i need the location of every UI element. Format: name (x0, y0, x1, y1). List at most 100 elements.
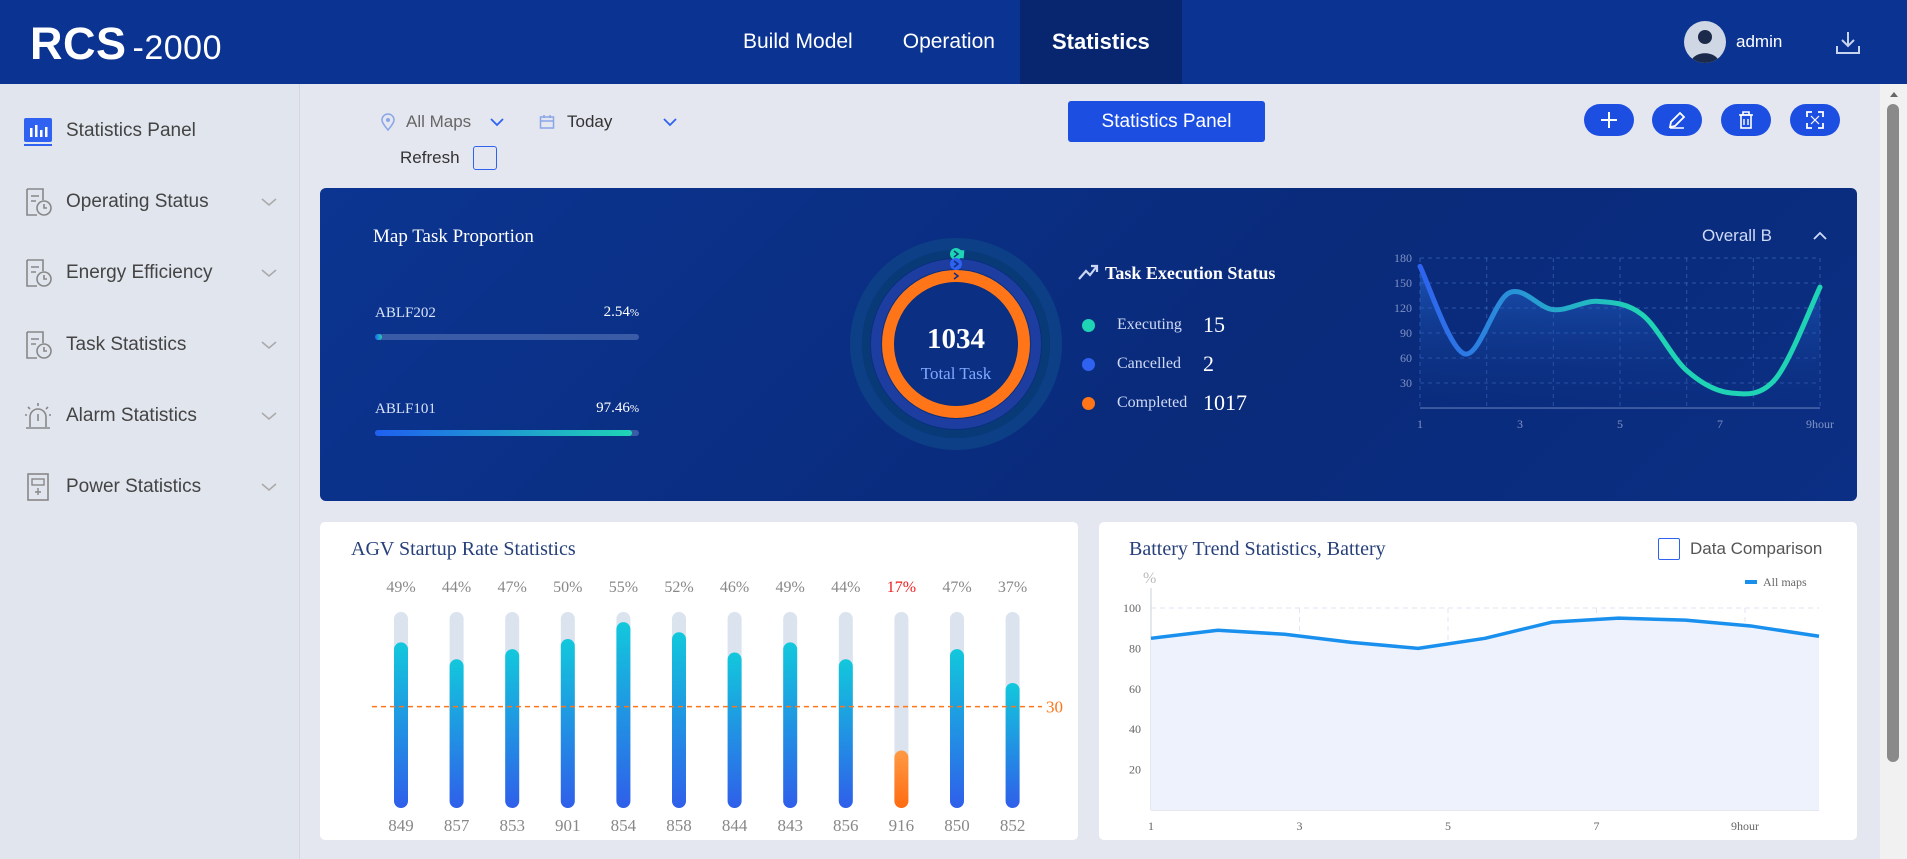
chevron-down-icon (261, 412, 277, 421)
delete-button[interactable] (1721, 104, 1771, 136)
map-progress-track (375, 430, 639, 436)
status-label: Executing (1117, 316, 1182, 333)
top-bar: RCS -2000 Build Model Operation Statistic… (0, 0, 1907, 84)
legend-label: All maps (1763, 575, 1807, 589)
bar-value-label: 52% (664, 579, 693, 596)
status-value: 15 (1203, 312, 1225, 337)
clock-doc-icon (26, 188, 52, 216)
x-tick-label: 844 (722, 816, 748, 835)
y-tick-label: 180 (1394, 251, 1412, 265)
agv-bar-chart: 49% 849 44% 857 47% 853 50% 901 55% 854 52% 858 46% 8… (372, 579, 1063, 835)
battery-line-chart: %100 80 60 40 20 1 3 5 7 9hour All maps (1123, 570, 1820, 833)
x-tick-label: 853 (499, 816, 525, 835)
sidebar-item-alarm-statistics[interactable]: Alarm Statistics (0, 391, 300, 441)
map-progress-track (375, 334, 639, 340)
y-tick-label: 100 (1123, 601, 1141, 615)
nav-statistics[interactable]: Statistics (1019, 0, 1182, 84)
bar-chart-icon (24, 118, 52, 146)
bar (505, 649, 520, 808)
bar-value-label: 55% (609, 579, 638, 596)
refresh-label: Refresh (400, 148, 460, 167)
scroll-up-icon[interactable] (1889, 90, 1899, 98)
sidebar-item-task-statistics[interactable]: Task Statistics (0, 320, 300, 370)
agv-startup-card: AGV Startup Rate Statistics 49% 849 44% 857… (320, 522, 1078, 840)
app-logo: RCS -2000 (30, 18, 222, 69)
sidebar-item-operating-status[interactable]: Operating Status (0, 177, 300, 227)
sidebar-item-energy-efficiency[interactable]: Energy Efficiency (0, 248, 300, 298)
refresh-toggle: Refresh (400, 146, 497, 170)
x-tick-label: 9hour (1806, 417, 1834, 431)
trend-up-icon (1078, 264, 1099, 280)
add-button[interactable] (1584, 104, 1634, 136)
chevron-down-icon (663, 118, 678, 127)
avatar (1684, 21, 1726, 63)
bar (394, 642, 408, 808)
chevron-down-icon (261, 341, 277, 350)
bar-value-label: 49% (776, 579, 805, 596)
x-tick-label: 916 (889, 816, 915, 835)
edit-button[interactable] (1652, 104, 1702, 136)
scrollbar-thumb[interactable] (1887, 104, 1899, 762)
download-icon[interactable] (1834, 29, 1862, 57)
y-tick-label: 80 (1129, 641, 1141, 655)
bar-value-label: 49% (386, 579, 415, 596)
x-tick-label: 854 (611, 816, 637, 835)
date-filter-select[interactable]: Today (539, 112, 678, 132)
bar (838, 659, 853, 808)
bar (950, 649, 964, 808)
bar (727, 652, 742, 808)
map-percent: 97.46% (596, 400, 639, 416)
map-task-row: ABLF202 2.54% (375, 304, 639, 340)
fullscreen-button[interactable] (1790, 104, 1840, 136)
vertical-scrollbar[interactable] (1880, 84, 1907, 859)
plus-icon (1601, 112, 1617, 128)
x-tick-label: 3 (1517, 417, 1523, 431)
sidebar-item-statistics-panel[interactable]: Statistics Panel (0, 106, 300, 156)
bar-value-label: 17% (887, 579, 916, 596)
status-row-cancelled: Cancelled 2 (1082, 351, 1214, 377)
status-dot (1082, 357, 1095, 371)
battery-trend-card: Battery Trend Statistics, Battery Data C… (1099, 522, 1857, 840)
status-value: 2 (1203, 351, 1214, 376)
refresh-checkbox[interactable] (472, 146, 497, 170)
overall-area-chart: 180 150 120 90 60 30 1 3 5 7 9hour (1394, 251, 1834, 431)
chevron-down-icon (261, 483, 277, 492)
map-filter-select[interactable]: All Maps (380, 112, 505, 132)
user-menu[interactable]: admin (1684, 21, 1782, 63)
total-task-value: 1034 (927, 323, 985, 355)
y-tick-label: 60 (1129, 682, 1141, 696)
x-tick-label: 857 (444, 816, 470, 835)
bar (783, 642, 798, 808)
sidebar-item-label: Power Statistics (66, 476, 202, 497)
y-tick-label: 150 (1394, 276, 1412, 290)
y-tick-label: 120 (1394, 301, 1412, 315)
map-percent: 2.54% (603, 304, 639, 320)
user-avatar-icon (1691, 30, 1719, 63)
x-tick-label: 5 (1445, 819, 1451, 833)
y-tick-label: 60 (1400, 351, 1412, 365)
nav-build-model[interactable]: Build Model (718, 0, 878, 84)
y-tick-label: 30 (1400, 376, 1412, 390)
bar-value-label: 44% (442, 579, 471, 596)
nav-operation[interactable]: Operation (878, 0, 1020, 84)
x-tick-label: 849 (388, 816, 414, 835)
fullscreen-icon (1806, 111, 1824, 129)
bar-value-label: 47% (498, 579, 527, 596)
bar (449, 659, 464, 808)
map-filter-value: All Maps (406, 112, 472, 131)
statistics-panel-button[interactable]: Statistics Panel (1068, 101, 1265, 142)
bar-value-label: 44% (831, 579, 860, 596)
x-tick-label: 7 (1717, 417, 1723, 431)
y-tick-label: 40 (1129, 722, 1141, 736)
sidebar-item-label: Task Statistics (66, 334, 187, 355)
x-tick-label: 7 (1594, 819, 1600, 833)
status-label: Completed (1117, 394, 1188, 411)
sidebar-item-power-statistics[interactable]: Power Statistics (0, 462, 300, 512)
status-row-completed: Completed 1017 (1082, 390, 1247, 416)
x-tick-label: 1 (1148, 819, 1154, 833)
y-axis-unit: % (1143, 570, 1156, 587)
overview-panel: Map Task Proportion ABLF202 2.54% ABLF10… (320, 188, 1857, 501)
calendar-icon (539, 115, 555, 129)
pencil-icon (1668, 111, 1686, 129)
x-tick-label: 858 (666, 816, 692, 835)
